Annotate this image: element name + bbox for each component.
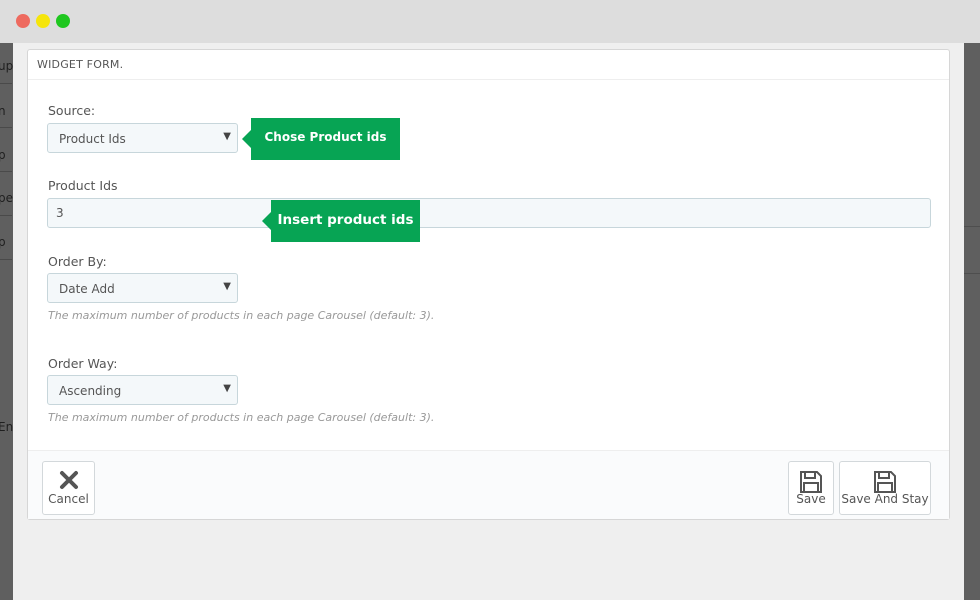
source-tooltip-callout: Chose Product ids <box>242 118 400 160</box>
maximize-window-icon[interactable] <box>56 14 70 28</box>
background-text: pe <box>0 191 13 205</box>
background-text: p <box>0 148 6 162</box>
widget-form-panel: WIDGET FORM. Source: Product Ids ▼ Produ… <box>27 49 950 520</box>
close-icon <box>59 470 79 494</box>
source-label: Source: <box>48 103 96 118</box>
source-tooltip-text: Chose Product ids <box>264 130 387 144</box>
order-way-select[interactable]: Ascending ▼ <box>47 375 238 405</box>
order-by-label: Order By: <box>48 254 107 269</box>
cancel-button-label: Cancel <box>48 492 89 506</box>
product-ids-label: Product Ids <box>48 178 118 193</box>
background-divider <box>0 127 12 128</box>
save-and-stay-button-label: Save And Stay <box>841 492 929 506</box>
background-text: p <box>0 235 6 249</box>
background-divider <box>0 83 12 84</box>
background-divider <box>0 259 12 260</box>
save-and-stay-button[interactable]: Save And Stay <box>839 461 931 515</box>
background-text: En <box>0 420 14 434</box>
background-divider <box>964 226 980 227</box>
window-titlebar <box>0 0 980 43</box>
background-divider <box>0 171 12 172</box>
caret-down-icon: ▼ <box>223 131 231 142</box>
background-divider <box>964 273 980 274</box>
product-ids-input[interactable]: 3 <box>47 198 931 228</box>
panel-title: WIDGET FORM. <box>37 58 124 71</box>
order-way-select-value: Ascending <box>59 384 122 398</box>
close-window-icon[interactable] <box>16 14 30 28</box>
caret-down-icon: ▼ <box>223 383 231 394</box>
product-ids-value: 3 <box>56 206 64 220</box>
order-way-label: Order Way: <box>48 356 118 371</box>
product-ids-tooltip-callout: Insert product ids <box>262 200 420 242</box>
panel-heading: WIDGET FORM. <box>28 50 949 80</box>
save-button-label: Save <box>796 492 826 506</box>
order-by-help: The maximum number of products in each p… <box>48 309 435 322</box>
order-by-select[interactable]: Date Add ▼ <box>47 273 238 303</box>
background-text: n <box>0 104 6 118</box>
caret-down-icon: ▼ <box>223 281 231 292</box>
save-button[interactable]: Save <box>788 461 834 515</box>
minimize-window-icon[interactable] <box>36 14 50 28</box>
order-way-help: The maximum number of products in each p… <box>48 411 435 424</box>
source-select[interactable]: Product Ids ▼ <box>47 123 238 153</box>
background-text: up <box>0 59 14 73</box>
background-divider <box>0 215 12 216</box>
cancel-button[interactable]: Cancel <box>42 461 95 515</box>
source-select-value: Product Ids <box>59 132 126 146</box>
order-by-select-value: Date Add <box>59 282 115 296</box>
panel-footer: Cancel Save Save And Stay <box>28 450 949 519</box>
product-ids-tooltip-text: Insert product ids <box>277 212 414 228</box>
